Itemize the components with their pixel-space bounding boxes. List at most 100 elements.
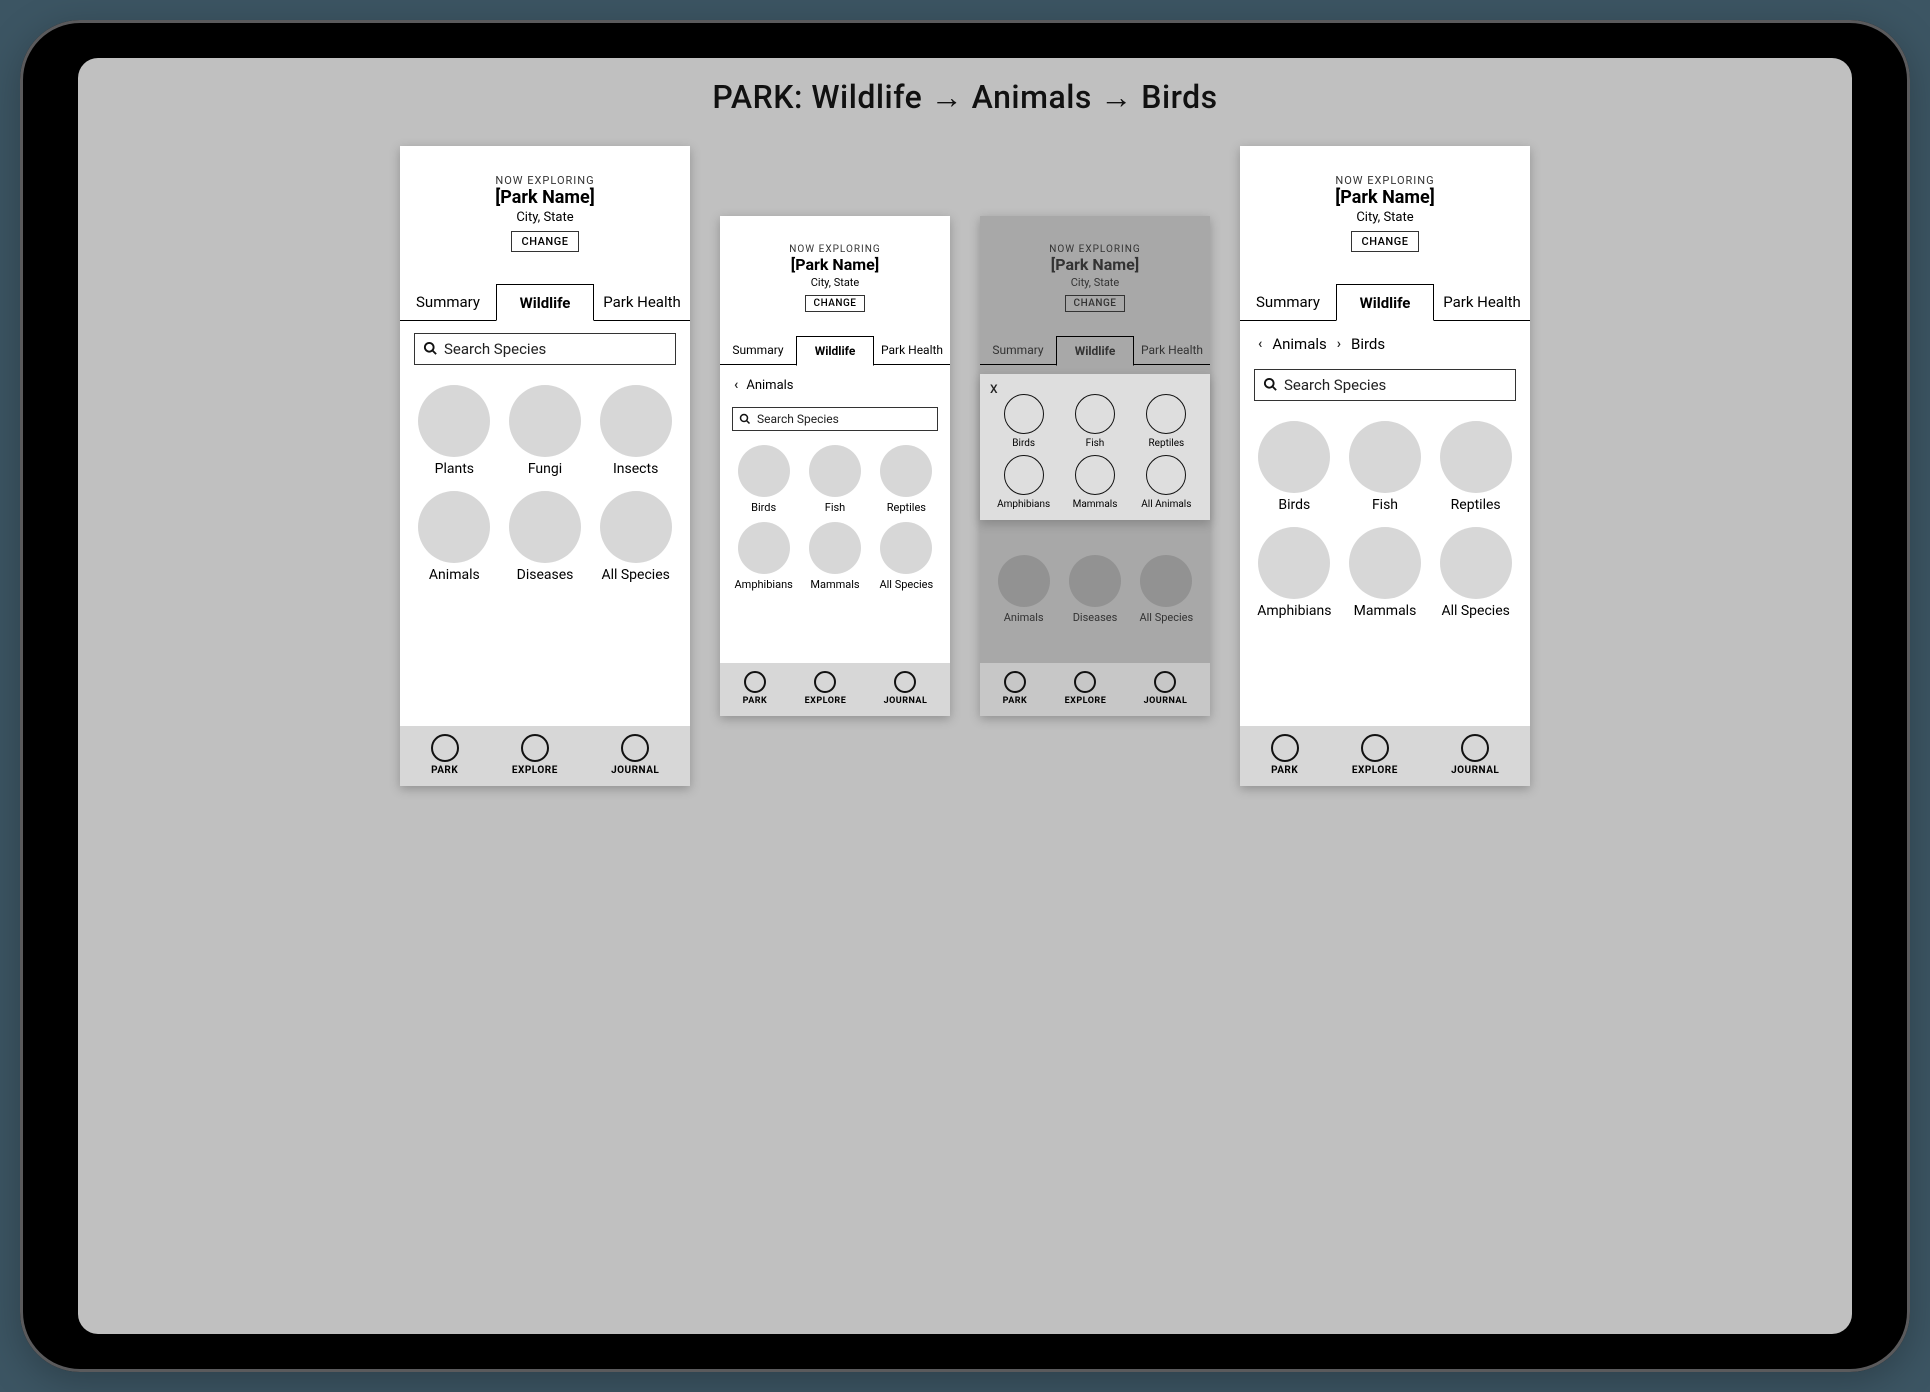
category-icon xyxy=(1349,421,1421,493)
change-park-button[interactable]: CHANGE xyxy=(1351,231,1420,252)
category-icon xyxy=(1258,527,1330,599)
breadcrumb-birds[interactable]: Birds xyxy=(1351,335,1385,353)
popup-icon xyxy=(1004,455,1044,495)
popup-item-birds[interactable]: Birds xyxy=(988,394,1059,449)
category-all-species[interactable]: All Species xyxy=(873,522,940,591)
nav-icon xyxy=(521,734,549,762)
chevron-left-icon[interactable]: ‹ xyxy=(1258,336,1262,352)
category-icon xyxy=(418,385,490,457)
popup-icon xyxy=(1004,394,1044,434)
category-icon xyxy=(600,491,672,563)
category-plants[interactable]: Plants xyxy=(412,385,497,477)
category-icon xyxy=(998,555,1050,607)
nav-label: EXPLORE xyxy=(1352,765,1398,776)
change-park-button[interactable]: CHANGE xyxy=(511,231,580,252)
search-input[interactable]: Search Species xyxy=(1254,369,1516,401)
category-reptiles[interactable]: Reptiles xyxy=(873,445,940,514)
tab-park-health[interactable]: Park Health xyxy=(874,336,950,364)
nav-explore[interactable]: EXPLORE xyxy=(1065,671,1107,706)
tab-wildlife[interactable]: Wildlife xyxy=(496,284,594,321)
tab-park-health[interactable]: Park Health xyxy=(1434,284,1530,320)
nav-label: PARK xyxy=(743,696,768,706)
tab-summary[interactable]: Summary xyxy=(980,336,1056,364)
nav-explore[interactable]: EXPLORE xyxy=(1352,734,1398,776)
category-label: Birds xyxy=(1278,497,1310,513)
popup-item-mammals[interactable]: Mammals xyxy=(1059,455,1130,510)
nav-icon xyxy=(1361,734,1389,762)
tab-summary[interactable]: Summary xyxy=(720,336,796,364)
search-input[interactable]: Search Species xyxy=(732,407,938,431)
page-title: PARK: Wildlife → Animals → Birds xyxy=(78,78,1852,116)
breadcrumb-animals[interactable]: Animals xyxy=(746,378,793,393)
popup-icon xyxy=(1146,455,1186,495)
chevron-left-icon[interactable]: ‹ xyxy=(734,377,738,393)
nav-journal[interactable]: JOURNAL xyxy=(1451,734,1499,776)
category-fish[interactable]: Fish xyxy=(1343,421,1428,513)
category-amphibians[interactable]: Amphibians xyxy=(730,522,797,591)
category-icon xyxy=(1069,555,1121,607)
change-park-button[interactable]: CHANGE xyxy=(1065,295,1126,312)
quick-nav-popup: X Birds Fish Reptiles Amphibians Mammals… xyxy=(980,374,1210,520)
category-label: Diseases xyxy=(1073,611,1118,624)
nav-journal[interactable]: JOURNAL xyxy=(611,734,659,776)
category-all-species[interactable]: All Species xyxy=(1133,555,1200,624)
header: NOW EXPLORING [Park Name] City, State CH… xyxy=(1240,146,1530,258)
category-icon xyxy=(1440,421,1512,493)
nav-label: EXPLORE xyxy=(512,765,558,776)
category-mammals[interactable]: Mammals xyxy=(801,522,868,591)
category-insects[interactable]: Insects xyxy=(593,385,678,477)
category-animals[interactable]: Animals xyxy=(412,491,497,583)
search-placeholder: Search Species xyxy=(757,412,839,426)
category-diseases[interactable]: Diseases xyxy=(1061,555,1128,624)
category-label: All Species xyxy=(601,567,669,583)
tab-wildlife[interactable]: Wildlife xyxy=(1056,336,1134,366)
now-exploring-label: NOW EXPLORING xyxy=(400,174,690,187)
popup-item-all-animals[interactable]: All Animals xyxy=(1131,455,1202,510)
nav-journal[interactable]: JOURNAL xyxy=(884,671,928,706)
popup-item-amphibians[interactable]: Amphibians xyxy=(988,455,1059,510)
tab-park-health[interactable]: Park Health xyxy=(594,284,690,320)
breadcrumb-animals[interactable]: Animals xyxy=(1272,335,1326,353)
category-label: Amphibians xyxy=(1257,603,1331,619)
nav-park[interactable]: PARK xyxy=(743,671,768,706)
nav-journal[interactable]: JOURNAL xyxy=(1144,671,1188,706)
nav-park[interactable]: PARK xyxy=(1003,671,1028,706)
popup-label: Reptiles xyxy=(1148,438,1184,449)
tab-wildlife[interactable]: Wildlife xyxy=(1336,284,1434,321)
category-all-species[interactable]: All Species xyxy=(1433,527,1518,619)
tab-summary[interactable]: Summary xyxy=(1240,284,1336,320)
tab-wildlife[interactable]: Wildlife xyxy=(796,336,874,366)
category-fungi[interactable]: Fungi xyxy=(503,385,588,477)
now-exploring-label: NOW EXPLORING xyxy=(980,244,1210,255)
category-label: Animals xyxy=(429,567,480,583)
category-label: Animals xyxy=(1004,611,1044,624)
nav-park[interactable]: PARK xyxy=(431,734,459,776)
change-park-button[interactable]: CHANGE xyxy=(805,295,866,312)
now-exploring-label: NOW EXPLORING xyxy=(1240,174,1530,187)
nav-label: EXPLORE xyxy=(805,696,847,706)
popup-item-fish[interactable]: Fish xyxy=(1059,394,1130,449)
category-birds[interactable]: Birds xyxy=(730,445,797,514)
screen-wildlife-root: NOW EXPLORING [Park Name] City, State CH… xyxy=(400,146,690,786)
category-mammals[interactable]: Mammals xyxy=(1343,527,1428,619)
category-fish[interactable]: Fish xyxy=(801,445,868,514)
category-amphibians[interactable]: Amphibians xyxy=(1252,527,1337,619)
category-animals[interactable]: Animals xyxy=(990,555,1057,624)
header: NOW EXPLORING [Park Name] City, State CH… xyxy=(400,146,690,258)
tablet-frame: PARK: Wildlife → Animals → Birds NOW EXP… xyxy=(20,20,1910,1372)
popup-item-reptiles[interactable]: Reptiles xyxy=(1131,394,1202,449)
nav-label: JOURNAL xyxy=(884,696,928,706)
category-diseases[interactable]: Diseases xyxy=(503,491,588,583)
search-input[interactable]: Search Species xyxy=(414,333,676,365)
tab-summary[interactable]: Summary xyxy=(400,284,496,320)
tab-park-health[interactable]: Park Health xyxy=(1134,336,1210,364)
nav-explore[interactable]: EXPLORE xyxy=(805,671,847,706)
popup-label: Birds xyxy=(1012,438,1035,449)
category-birds[interactable]: Birds xyxy=(1252,421,1337,513)
category-reptiles[interactable]: Reptiles xyxy=(1433,421,1518,513)
category-label: Plants xyxy=(435,461,474,477)
category-label: All Species xyxy=(879,578,933,591)
category-all-species[interactable]: All Species xyxy=(593,491,678,583)
nav-explore[interactable]: EXPLORE xyxy=(512,734,558,776)
nav-park[interactable]: PARK xyxy=(1271,734,1299,776)
